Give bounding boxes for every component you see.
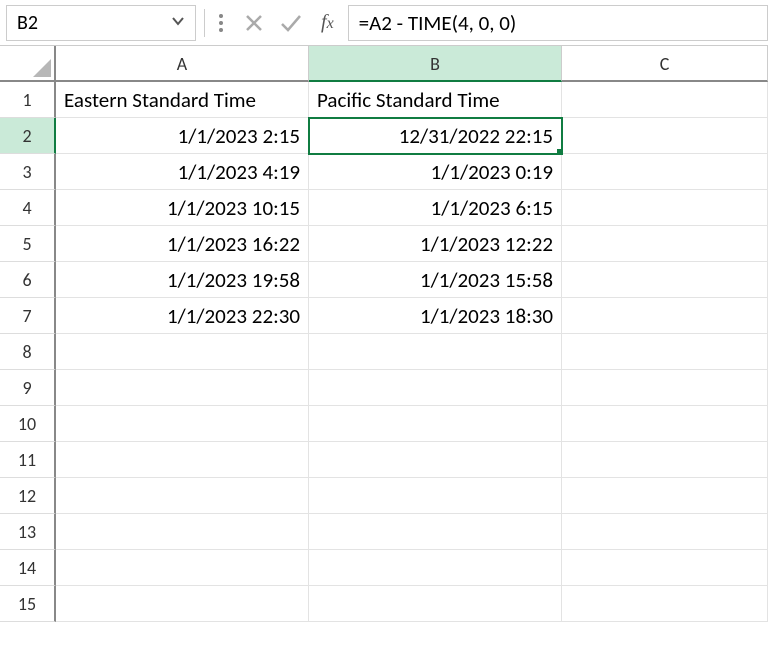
row-header-4[interactable]: 4 [0, 190, 56, 226]
cell-B3[interactable]: 1/1/2023 0:19 [309, 154, 562, 190]
cell-C13[interactable] [562, 514, 768, 550]
column-header-B[interactable]: B [309, 46, 562, 82]
cell-B9[interactable] [309, 370, 562, 406]
row-header-3[interactable]: 3 [0, 154, 56, 190]
formula-text: =A2 - TIME(4, 0, 0) [359, 10, 517, 36]
spreadsheet-grid[interactable]: ABC 1Eastern Standard TimePacific Standar… [0, 46, 768, 622]
cell-C12[interactable] [562, 478, 768, 514]
cell-B8[interactable] [309, 334, 562, 370]
cell-C4[interactable] [562, 190, 768, 226]
cell-C14[interactable] [562, 550, 768, 586]
cell-C1[interactable] [562, 82, 768, 118]
cell-C11[interactable] [562, 442, 768, 478]
row-header-7[interactable]: 7 [0, 298, 56, 334]
name-box[interactable]: B2 [6, 5, 196, 41]
cell-A8[interactable] [56, 334, 309, 370]
cell-A4[interactable]: 1/1/2023 10:15 [56, 190, 309, 226]
cancel-icon[interactable] [243, 12, 265, 34]
confirm-icon[interactable] [279, 12, 303, 34]
cell-B11[interactable] [309, 442, 562, 478]
column-header-A[interactable]: A [56, 46, 309, 82]
cell-C7[interactable] [562, 298, 768, 334]
cell-B6[interactable]: 1/1/2023 15:58 [309, 262, 562, 298]
cell-A2[interactable]: 1/1/2023 2:15 [56, 118, 309, 154]
row-header-8[interactable]: 8 [0, 334, 56, 370]
cell-A5[interactable]: 1/1/2023 16:22 [56, 226, 309, 262]
cell-B12[interactable] [309, 478, 562, 514]
cell-A9[interactable] [56, 370, 309, 406]
formula-input[interactable]: =A2 - TIME(4, 0, 0) [348, 5, 768, 41]
cell-B1[interactable]: Pacific Standard Time [309, 82, 562, 118]
row-header-6[interactable]: 6 [0, 262, 56, 298]
formula-actions: fx [213, 11, 340, 34]
fx-icon[interactable]: fx [321, 11, 334, 34]
formula-bar: B2 fx =A2 - TIME(4, 0, 0) [0, 0, 768, 46]
cell-B7[interactable]: 1/1/2023 18:30 [309, 298, 562, 334]
row-header-5[interactable]: 5 [0, 226, 56, 262]
row-header-10[interactable]: 10 [0, 406, 56, 442]
cell-C15[interactable] [562, 586, 768, 622]
row-header-12[interactable]: 12 [0, 478, 56, 514]
cell-B4[interactable]: 1/1/2023 6:15 [309, 190, 562, 226]
row-header-9[interactable]: 9 [0, 370, 56, 406]
cell-A7[interactable]: 1/1/2023 22:30 [56, 298, 309, 334]
cell-A12[interactable] [56, 478, 309, 514]
row-header-1[interactable]: 1 [0, 82, 56, 118]
column-header-C[interactable]: C [562, 46, 768, 82]
cell-B5[interactable]: 1/1/2023 12:22 [309, 226, 562, 262]
row-header-15[interactable]: 15 [0, 586, 56, 622]
row-header-14[interactable]: 14 [0, 550, 56, 586]
row-header-2[interactable]: 2 [0, 118, 56, 154]
more-icon[interactable] [213, 13, 229, 33]
cell-A11[interactable] [56, 442, 309, 478]
row-header-13[interactable]: 13 [0, 514, 56, 550]
divider [204, 9, 205, 37]
row-header-11[interactable]: 11 [0, 442, 56, 478]
cell-C5[interactable] [562, 226, 768, 262]
chevron-down-icon[interactable] [171, 14, 185, 32]
cell-A3[interactable]: 1/1/2023 4:19 [56, 154, 309, 190]
cell-A1[interactable]: Eastern Standard Time [56, 82, 309, 118]
cell-C2[interactable] [562, 118, 768, 154]
cell-B13[interactable] [309, 514, 562, 550]
cell-B14[interactable] [309, 550, 562, 586]
select-all-corner[interactable] [0, 46, 56, 82]
cell-A6[interactable]: 1/1/2023 19:58 [56, 262, 309, 298]
cell-B10[interactable] [309, 406, 562, 442]
cell-B15[interactable] [309, 586, 562, 622]
cell-B2[interactable]: 12/31/2022 22:15 [309, 118, 562, 154]
cell-A14[interactable] [56, 550, 309, 586]
cell-C10[interactable] [562, 406, 768, 442]
cell-C6[interactable] [562, 262, 768, 298]
cell-C8[interactable] [562, 334, 768, 370]
cell-A10[interactable] [56, 406, 309, 442]
cell-C3[interactable] [562, 154, 768, 190]
cell-A15[interactable] [56, 586, 309, 622]
cell-C9[interactable] [562, 370, 768, 406]
cell-A13[interactable] [56, 514, 309, 550]
name-box-value: B2 [17, 11, 38, 35]
